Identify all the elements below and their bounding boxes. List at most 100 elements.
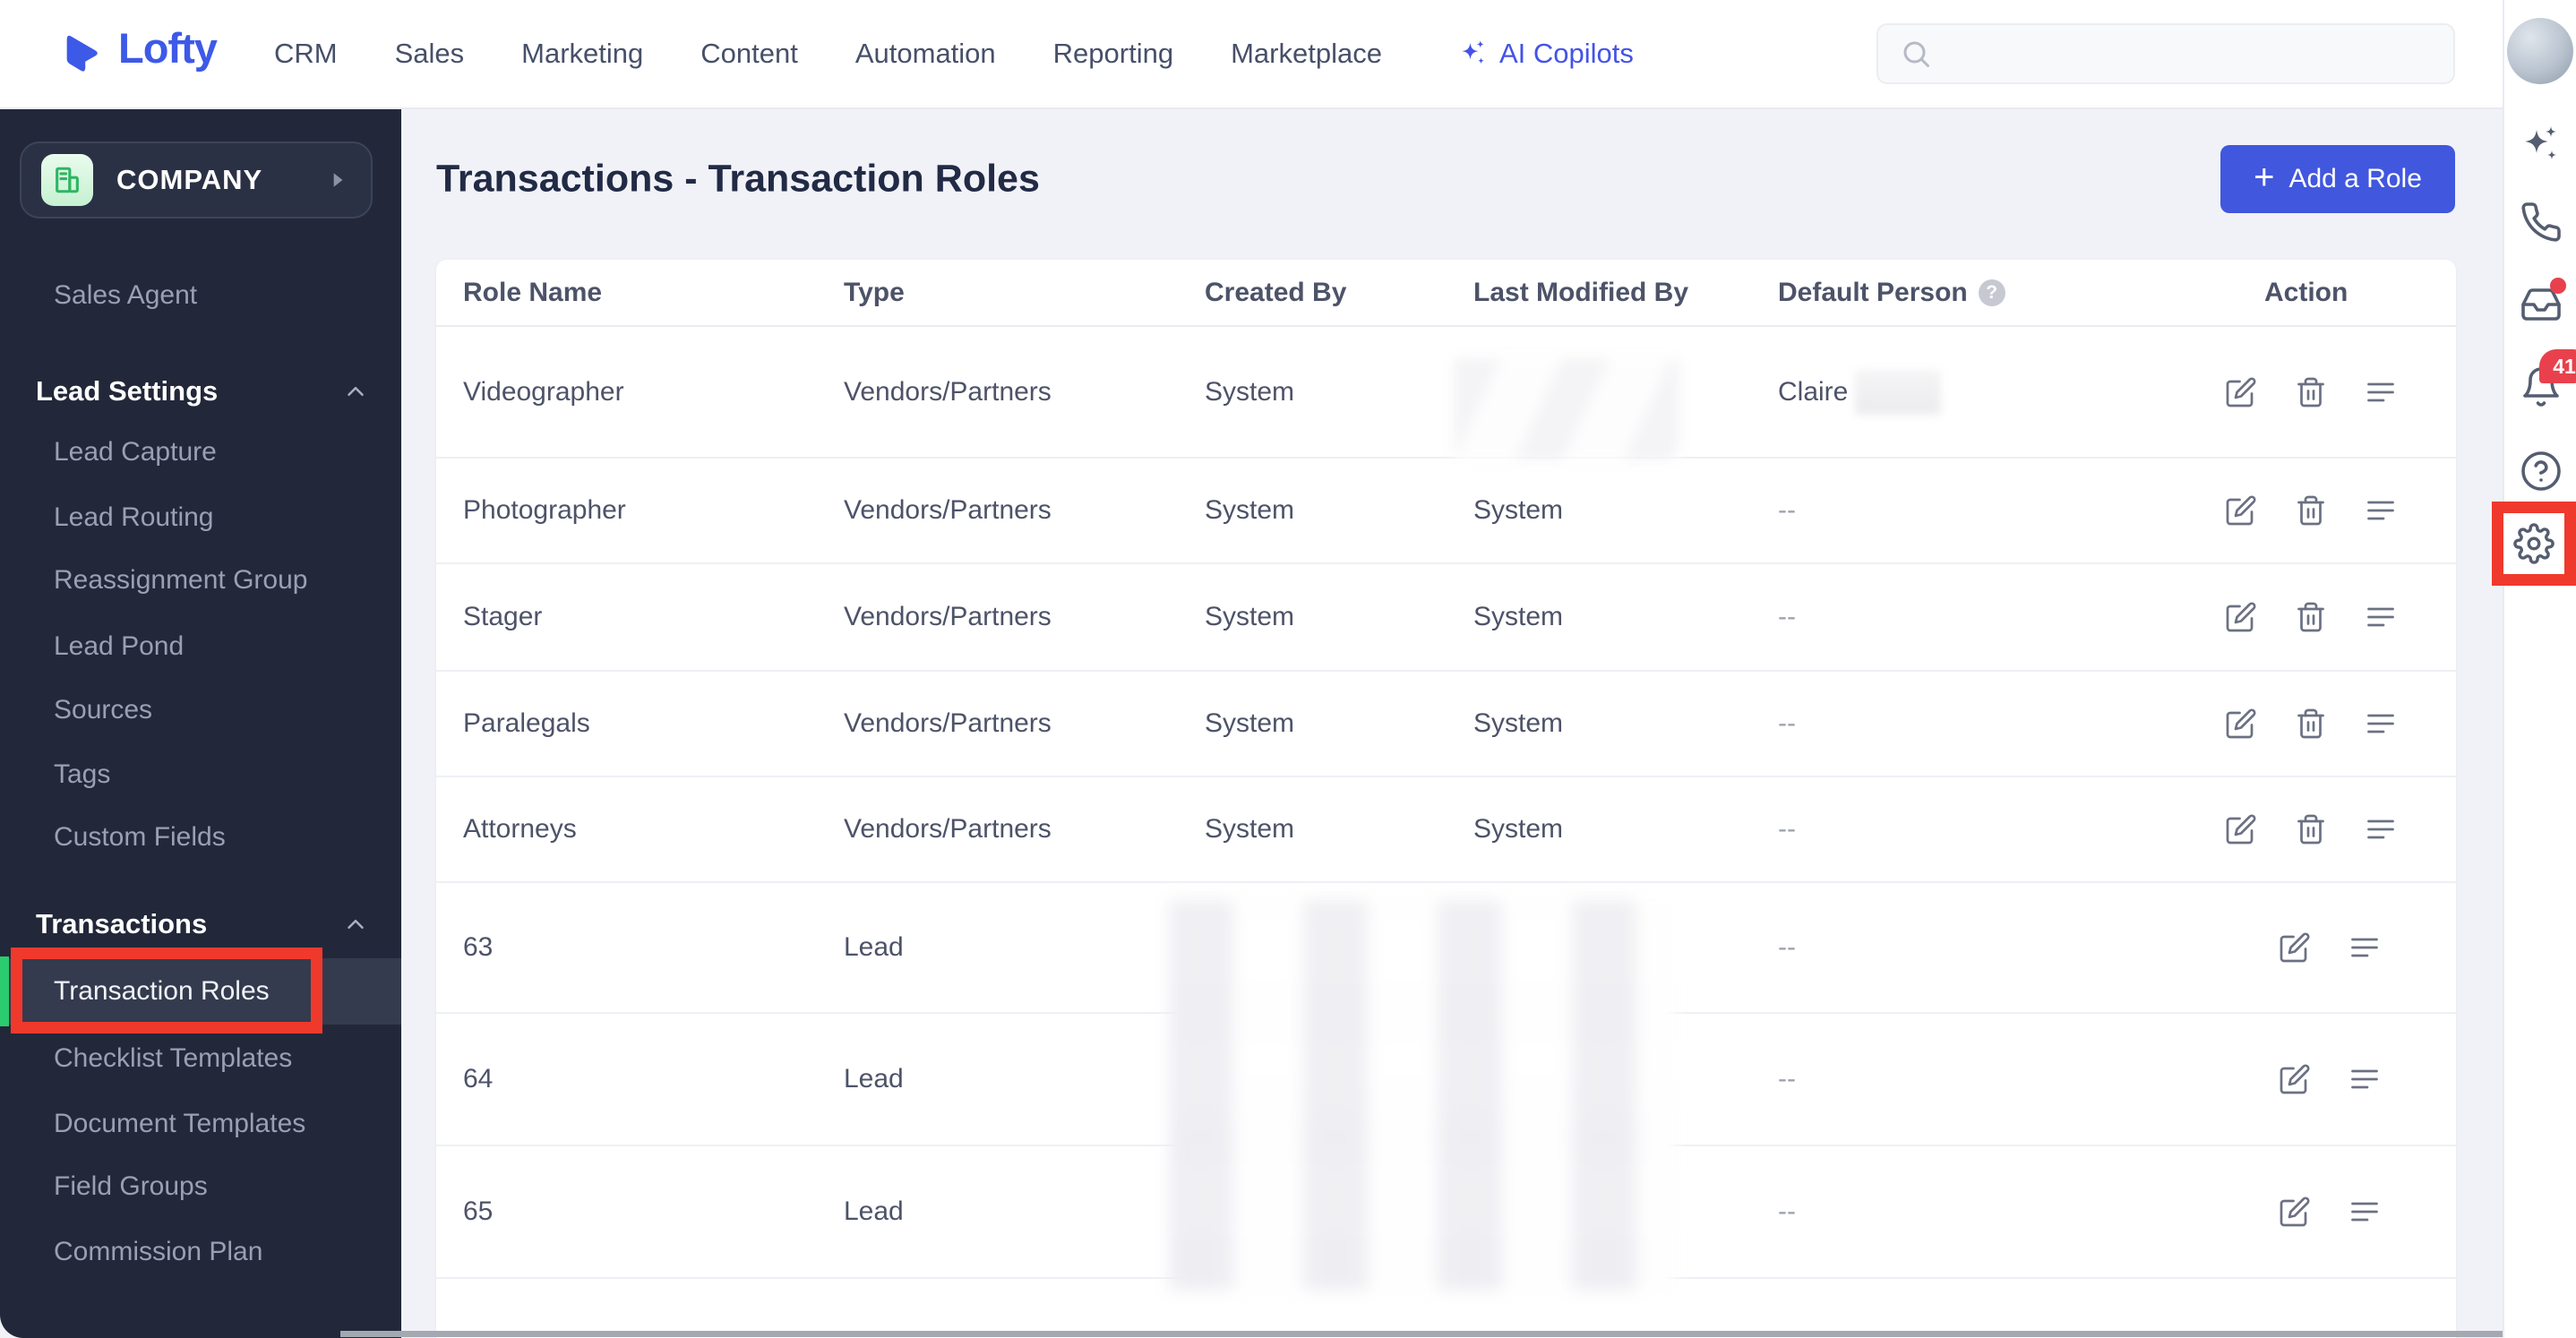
user-avatar[interactable]	[2507, 18, 2573, 84]
ai-sparkles-icon[interactable]	[2520, 124, 2563, 167]
nav-item-ai-copilots[interactable]: AI Copilots	[1458, 0, 1634, 107]
reorder-icon[interactable]	[2348, 1063, 2381, 1095]
table-row: Videographer Vendors/Partners System Cla…	[436, 327, 2456, 460]
search-input[interactable]	[1946, 39, 2430, 68]
sidebar-item-field-groups[interactable]: Field Groups	[54, 1171, 208, 1202]
default-person: --	[1778, 932, 1796, 962]
delete-icon[interactable]	[2295, 708, 2327, 740]
roles-table: Role Name Type Created By Last Modified …	[436, 260, 2456, 1338]
phone-icon[interactable]	[2520, 201, 2563, 244]
row-actions	[2225, 601, 2397, 633]
edit-icon[interactable]	[2225, 813, 2257, 845]
horizontal-scrollbar[interactable]	[340, 1331, 2503, 1337]
company-selector[interactable]: COMPANY	[20, 142, 373, 219]
delete-icon[interactable]	[2295, 813, 2327, 845]
reorder-icon[interactable]	[2365, 813, 2397, 845]
role-name: Attorneys	[463, 814, 577, 844]
add-role-button[interactable]: + Add a Role	[2220, 145, 2455, 213]
help-icon[interactable]	[2520, 450, 2563, 493]
nav-item-automation[interactable]: Automation	[855, 38, 996, 70]
edit-icon[interactable]	[2225, 601, 2257, 633]
row-actions	[2225, 813, 2397, 845]
default-person: --	[1778, 1196, 1796, 1226]
table-row: Attorneys Vendors/Partners System System…	[436, 777, 2456, 883]
search-icon	[1900, 38, 1932, 70]
role-name: Stager	[463, 602, 543, 631]
reorder-icon[interactable]	[2348, 1196, 2381, 1228]
created-by: System	[1205, 602, 1295, 631]
sidebar-item-transaction-roles-label[interactable]: Transaction Roles	[54, 976, 270, 1007]
chevron-up-icon[interactable]	[342, 911, 369, 938]
primary-nav: CRM Sales Marketing Content Automation R…	[274, 0, 1382, 107]
chevron-up-icon[interactable]	[342, 378, 369, 405]
help-badge-icon[interactable]: ?	[1978, 279, 2005, 306]
nav-item-content[interactable]: Content	[700, 38, 798, 70]
inbox-notification-dot	[2550, 278, 2566, 294]
row-actions	[2225, 494, 2397, 527]
plus-icon: +	[2254, 158, 2275, 197]
reorder-icon[interactable]	[2365, 708, 2397, 740]
table-row: Stager Vendors/Partners System System --	[436, 564, 2456, 672]
edit-icon[interactable]	[2279, 1063, 2311, 1095]
reorder-icon[interactable]	[2365, 494, 2397, 527]
sidebar-item-document-templates[interactable]: Document Templates	[54, 1109, 305, 1139]
sidebar-item-lead-capture[interactable]: Lead Capture	[54, 437, 217, 467]
sidebar-item-custom-fields[interactable]: Custom Fields	[54, 822, 226, 853]
role-type: Lead	[844, 1196, 904, 1226]
nav-item-marketing[interactable]: Marketing	[521, 38, 643, 70]
edit-icon[interactable]	[2225, 376, 2257, 408]
role-name: 64	[463, 1064, 494, 1094]
row-actions	[2279, 931, 2381, 964]
reorder-icon[interactable]	[2365, 376, 2397, 408]
settings-gear-icon[interactable]	[2503, 513, 2564, 574]
table-row: Paralegals Vendors/Partners System Syste…	[436, 672, 2456, 777]
sidebar-item-sources[interactable]: Sources	[54, 695, 152, 725]
sidebar-item-commission-plan[interactable]: Commission Plan	[54, 1237, 262, 1267]
delete-icon[interactable]	[2295, 601, 2327, 633]
nav-item-marketplace[interactable]: Marketplace	[1231, 38, 1382, 70]
sidebar-section-transactions[interactable]: Transactions	[36, 908, 207, 940]
redacted-block	[1454, 357, 1679, 460]
top-nav: Lofty CRM Sales Marketing Content Automa…	[0, 0, 2503, 109]
col-role-name: Role Name	[463, 277, 603, 307]
lofty-logo-icon	[59, 25, 106, 72]
sidebar-section-lead-settings[interactable]: Lead Settings	[36, 375, 218, 407]
sidebar-item-reassignment-group[interactable]: Reassignment Group	[54, 565, 307, 596]
global-search[interactable]	[1876, 23, 2455, 84]
sidebar-item-checklist-templates[interactable]: Checklist Templates	[54, 1043, 292, 1074]
bell-icon[interactable]: 41	[2520, 349, 2576, 408]
lofty-logo[interactable]: Lofty	[59, 23, 218, 73]
edit-icon[interactable]	[2279, 931, 2311, 964]
delete-icon[interactable]	[2295, 376, 2327, 408]
main-content: Transactions - Transaction Roles + Add a…	[401, 109, 2503, 1338]
app-window: Lofty CRM Sales Marketing Content Automa…	[0, 0, 2576, 1338]
role-type: Vendors/Partners	[844, 708, 1052, 738]
table-header-row: Role Name Type Created By Last Modified …	[436, 260, 2456, 327]
edit-icon[interactable]	[2279, 1196, 2311, 1228]
edit-icon[interactable]	[2225, 708, 2257, 740]
edit-icon[interactable]	[2225, 494, 2257, 527]
company-name: COMPANY	[116, 164, 263, 195]
nav-item-reporting[interactable]: Reporting	[1053, 38, 1173, 70]
active-item-accent	[0, 956, 9, 1026]
sidebar-item-sales-agent[interactable]: Sales Agent	[54, 280, 197, 311]
role-name: 65	[463, 1196, 494, 1226]
row-actions	[2279, 1063, 2381, 1095]
last-modified-by: System	[1473, 814, 1564, 844]
reorder-icon[interactable]	[2365, 601, 2397, 633]
right-icon-rail: 41	[2503, 0, 2576, 1338]
role-name: Paralegals	[463, 708, 590, 738]
inbox-icon[interactable]	[2520, 278, 2566, 326]
nav-item-crm[interactable]: CRM	[274, 38, 338, 70]
sidebar-item-tags[interactable]: Tags	[54, 759, 110, 790]
sidebar-item-lead-routing[interactable]: Lead Routing	[54, 502, 213, 533]
company-building-icon	[41, 154, 93, 206]
created-by: System	[1205, 814, 1295, 844]
delete-icon[interactable]	[2295, 494, 2327, 527]
col-last-modified-by: Last Modified By	[1473, 277, 1689, 307]
reorder-icon[interactable]	[2348, 931, 2381, 964]
sidebar-item-lead-pond[interactable]: Lead Pond	[54, 631, 184, 662]
notification-count-badge: 41	[2539, 349, 2576, 383]
redacted-region	[1169, 900, 1676, 1291]
nav-item-sales[interactable]: Sales	[395, 38, 465, 70]
